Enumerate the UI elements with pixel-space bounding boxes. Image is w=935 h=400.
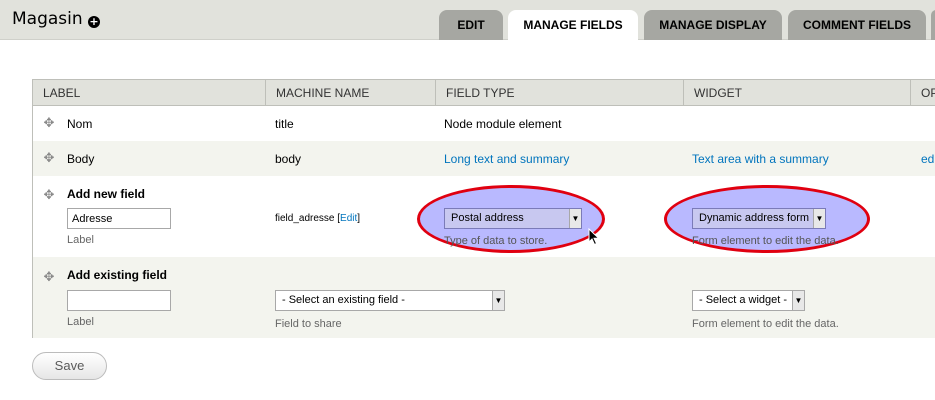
field-label: Body [67, 152, 95, 166]
page-header: Magasin + EDIT MANAGE FIELDS MANAGE DISP… [0, 0, 935, 40]
column-header-field-type: FIELD TYPE [435, 80, 683, 106]
select-value: Postal address [451, 212, 524, 224]
select-value: - Select an existing field - [282, 294, 405, 306]
tab-comment-fields[interactable]: COMMENT FIELDS [788, 10, 926, 40]
mouse-pointer-icon [588, 228, 600, 246]
drag-handle-icon[interactable]: ✥ [43, 116, 55, 129]
column-header-machine-name: MACHINE NAME [265, 80, 435, 106]
select-value: - Select a widget - [699, 294, 788, 306]
new-field-type-desc: Type of data to store. [444, 235, 548, 247]
column-header-operations: OP [910, 80, 935, 106]
existing-field-desc: Field to share [275, 318, 342, 330]
existing-widget-desc: Form element to edit the data. [692, 318, 839, 330]
column-header-label: LABEL [43, 86, 81, 100]
new-field-widget-desc: Form element to edit the data. [692, 235, 839, 247]
chevron-down-icon: ▼ [569, 209, 581, 228]
table-row: ✥ Nom title Node module element [33, 106, 935, 141]
drag-handle-icon[interactable]: ✥ [43, 151, 55, 164]
field-type: Node module element [444, 117, 562, 131]
existing-field-label-caption: Label [67, 316, 94, 328]
machine-name-value: field_adresse [275, 213, 335, 224]
new-field-label-caption: Label [67, 234, 94, 246]
fields-table: LABEL MACHINE NAME FIELD TYPE WIDGET OP … [32, 79, 935, 338]
existing-field-select[interactable]: - Select an existing field - ▼ [275, 290, 505, 311]
save-button[interactable]: Save [32, 352, 107, 380]
tab-overflow[interactable] [931, 10, 935, 40]
field-type-link[interactable]: Long text and summary [444, 152, 569, 166]
table-row: ✥ Body body Long text and summary Text a… [33, 141, 935, 176]
new-field-machine-name: field_adresse [Edit] [275, 213, 361, 224]
table-header: LABEL MACHINE NAME FIELD TYPE WIDGET OP [33, 80, 935, 106]
tab-manage-display[interactable]: MANAGE DISPLAY [644, 10, 782, 40]
add-existing-field-row: ✥ Add existing field Label - Select an e… [33, 257, 935, 338]
plus-circle-icon[interactable]: + [88, 16, 100, 28]
new-field-label-input[interactable] [67, 208, 171, 229]
machine-name-edit-link[interactable]: Edit [340, 213, 357, 224]
field-label: Nom [67, 117, 93, 131]
tab-manage-fields[interactable]: MANAGE FIELDS [508, 10, 638, 40]
chevron-down-icon: ▼ [492, 291, 504, 310]
existing-widget-select[interactable]: - Select a widget - ▼ [692, 290, 805, 311]
column-header-widget: WIDGET [683, 80, 910, 106]
new-field-widget-select[interactable]: Dynamic address form ▼ [692, 208, 826, 229]
add-new-field-heading: Add new field [67, 187, 145, 201]
drag-handle-icon[interactable]: ✥ [43, 188, 55, 201]
tab-edit[interactable]: EDIT [439, 10, 503, 40]
edit-link[interactable]: edi [921, 152, 935, 166]
widget-link[interactable]: Text area with a summary [692, 152, 829, 166]
chevron-down-icon: ▼ [792, 291, 804, 310]
new-field-type-select[interactable]: Postal address ▼ [444, 208, 582, 229]
field-machine-name: title [275, 117, 294, 131]
add-existing-field-heading: Add existing field [67, 268, 168, 282]
existing-field-label-input[interactable] [67, 290, 171, 311]
page-title: Magasin [12, 9, 83, 29]
chevron-down-icon: ▼ [813, 209, 825, 228]
select-value: Dynamic address form [699, 212, 810, 224]
field-machine-name: body [275, 152, 302, 166]
add-new-field-row: ✥ Add new field Label field_adresse [Edi… [33, 176, 935, 257]
drag-handle-icon[interactable]: ✥ [43, 270, 55, 283]
